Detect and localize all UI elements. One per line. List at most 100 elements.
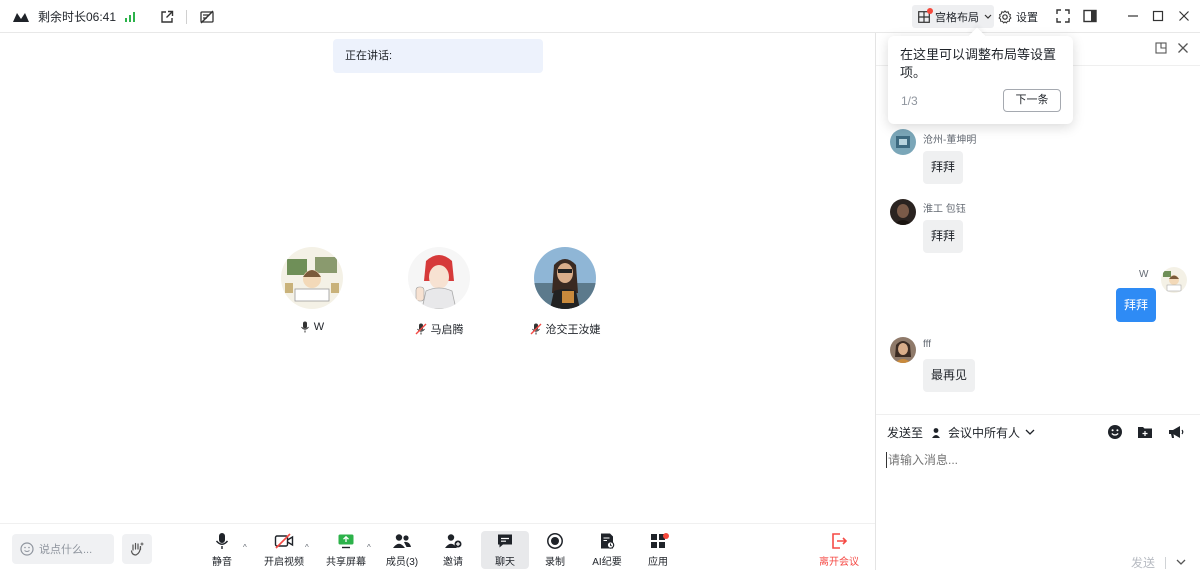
- send-options-bar: 发送至 会议中所有人: [876, 414, 1200, 447]
- share-link-icon[interactable]: [160, 10, 174, 24]
- reaction-input[interactable]: 说点什么...: [12, 534, 114, 564]
- microphone-icon: [300, 321, 310, 333]
- close-icon[interactable]: [1177, 42, 1189, 54]
- avatar: [890, 129, 916, 155]
- chat-label: 聊天: [495, 557, 515, 568]
- settings-label: 设置: [1016, 11, 1038, 24]
- send-to-label: 发送至: [887, 426, 924, 440]
- start-video-button[interactable]: 开启视频: [259, 532, 309, 570]
- divider: [186, 9, 188, 24]
- maximize-icon[interactable]: [1150, 8, 1166, 24]
- invite-label: 邀请: [443, 557, 463, 568]
- members-button[interactable]: 成员(3): [377, 532, 427, 570]
- message-bubble[interactable]: 拜拜: [923, 220, 964, 253]
- participant-name: W: [313, 321, 325, 333]
- send-button[interactable]: 发送: [1131, 554, 1155, 570]
- popout-icon[interactable]: [1155, 42, 1167, 54]
- message-input[interactable]: [886, 452, 1186, 468]
- apps-button[interactable]: 应用: [633, 532, 683, 570]
- app-logo-icon: [12, 11, 30, 23]
- chevron-down-icon: [984, 14, 992, 20]
- raise-hand-icon: [129, 541, 145, 557]
- leave-meeting-button[interactable]: 离开会议: [813, 532, 865, 570]
- gear-icon: [998, 9, 1012, 24]
- tooltip-page-indicator: 1/3: [901, 94, 918, 108]
- participant-tile[interactable]: W: [257, 247, 367, 333]
- onboarding-tooltip: 在这里可以调整布局等设置项。 1/3 下一条: [888, 27, 1073, 124]
- smile-icon: [20, 542, 34, 556]
- share-screen-icon: [337, 532, 355, 550]
- message-bubble[interactable]: 拜拜: [923, 151, 964, 184]
- avatar: [281, 247, 343, 309]
- video-stage: 正在讲话: W 马启腾 沧交王汝婕: [0, 33, 875, 523]
- record-button[interactable]: 录制: [530, 532, 580, 570]
- message-bubble[interactable]: 最再见: [923, 359, 976, 392]
- sender-name: fff: [923, 339, 931, 350]
- megaphone-icon[interactable]: [1167, 424, 1185, 440]
- share-screen-label: 共享屏幕: [326, 557, 366, 568]
- no-recording-icon[interactable]: [199, 9, 215, 25]
- participant-name-row: W: [257, 321, 367, 333]
- sender-name: W: [1139, 269, 1149, 280]
- record-icon: [546, 532, 564, 550]
- grid-layout-button[interactable]: 宫格布局: [912, 5, 994, 28]
- participant-tile[interactable]: 马启腾: [384, 247, 494, 337]
- microphone-muted-icon: [415, 323, 427, 335]
- top-bar: 剩余时长06:41 宫格布局 设置: [0, 0, 1200, 33]
- leave-meeting-label: 离开会议: [819, 557, 859, 568]
- avatar: [890, 337, 916, 363]
- message-bubble[interactable]: 拜拜: [1116, 288, 1157, 322]
- share-options-caret[interactable]: ^: [367, 543, 371, 552]
- folder-icon[interactable]: [1137, 424, 1153, 440]
- chat-tools: [1107, 424, 1185, 440]
- apps-notification-dot: [663, 533, 669, 539]
- avatar: [890, 199, 916, 225]
- meeting-window: 剩余时长06:41 宫格布局 设置 正在讲话: W 马启腾 沧交王汝婕 说点什么…: [0, 0, 1200, 570]
- chat-button[interactable]: 聊天: [481, 531, 529, 569]
- apps-label: 应用: [648, 557, 668, 568]
- avatar: [1161, 267, 1187, 293]
- participant-name-row: 沧交王汝婕: [510, 321, 620, 337]
- sender-name: 沧州-董坤明: [923, 135, 977, 146]
- participant-name: 马启腾: [430, 324, 464, 336]
- add-person-icon: [443, 532, 463, 550]
- signal-strength-icon[interactable]: [124, 11, 136, 23]
- avatar: [534, 247, 596, 309]
- minimize-icon[interactable]: [1125, 8, 1141, 24]
- mute-label: 静音: [212, 557, 232, 568]
- chevron-down-icon[interactable]: [1176, 559, 1186, 566]
- person-icon: [931, 427, 943, 439]
- sidebar-toggle-icon[interactable]: [1082, 8, 1098, 24]
- start-video-label: 开启视频: [264, 557, 304, 568]
- mute-options-caret[interactable]: ^: [243, 543, 247, 552]
- meeting-toolbar: 说点什么... 静音 ^ 开启视频 ^ 共享屏幕 ^ 成员(3) 邀请 聊天 录…: [0, 523, 875, 570]
- ai-notes-icon: [598, 532, 616, 550]
- ai-notes-label: AI纪要: [592, 557, 622, 568]
- share-screen-button[interactable]: 共享屏幕: [321, 532, 371, 570]
- send-to-selector[interactable]: 发送至 会议中所有人: [887, 424, 1035, 441]
- divider: [1165, 556, 1167, 569]
- emoji-icon[interactable]: [1107, 424, 1123, 440]
- sender-name: 淮工 包钰: [923, 204, 966, 215]
- record-label: 录制: [545, 557, 565, 568]
- invite-button[interactable]: 邀请: [428, 532, 478, 570]
- speaking-indicator: 正在讲话:: [333, 39, 543, 73]
- fullscreen-icon[interactable]: [1055, 8, 1071, 24]
- video-options-caret[interactable]: ^: [305, 543, 309, 552]
- exit-icon: [830, 532, 848, 550]
- close-icon[interactable]: [1176, 8, 1192, 24]
- tooltip-next-button[interactable]: 下一条: [1003, 89, 1061, 112]
- chevron-down-icon: [1025, 429, 1035, 436]
- raise-hand-button[interactable]: [122, 534, 152, 564]
- participant-tile[interactable]: 沧交王汝婕: [510, 247, 620, 337]
- send-to-target: 会议中所有人: [948, 426, 1021, 440]
- participant-name-row: 马启腾: [384, 321, 494, 337]
- reaction-input-placeholder: 说点什么...: [39, 544, 93, 556]
- ai-notes-button[interactable]: AI纪要: [582, 532, 632, 570]
- mute-button[interactable]: 静音: [197, 532, 247, 570]
- chat-header-actions: [1155, 42, 1189, 54]
- top-bar-left: 剩余时长06:41: [12, 0, 215, 33]
- members-label: 成员(3): [385, 557, 419, 568]
- participant-name: 沧交王汝婕: [545, 324, 601, 336]
- settings-button[interactable]: 设置: [998, 5, 1046, 28]
